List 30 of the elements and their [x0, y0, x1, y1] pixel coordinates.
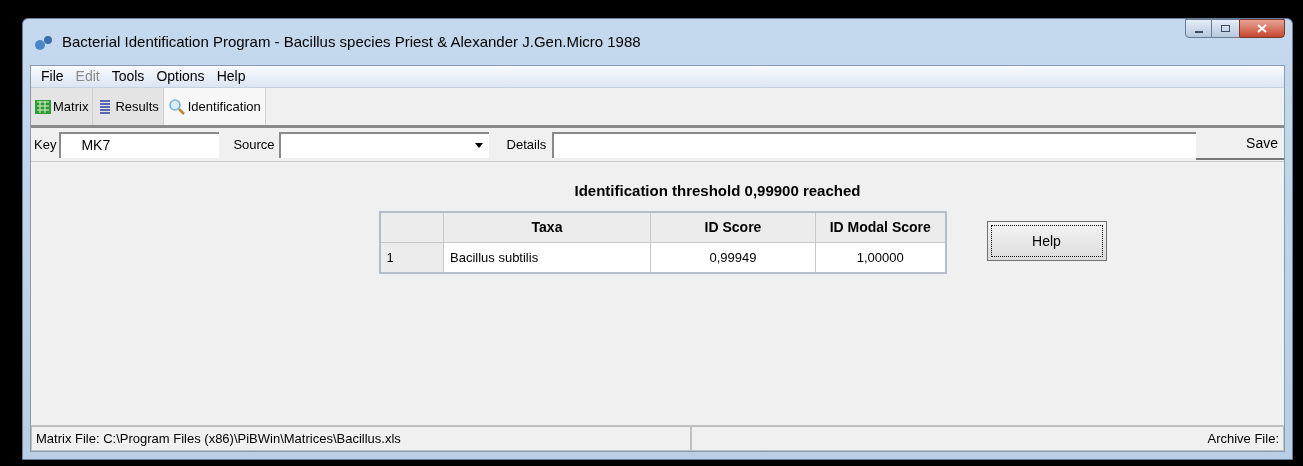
details-field[interactable] [552, 131, 1196, 158]
help-button[interactable]: Help [986, 220, 1107, 261]
field-label: Details [506, 135, 547, 154]
field-label: Source [233, 135, 275, 154]
close-button[interactable] [1239, 19, 1285, 38]
column-header: ID Modal Score [815, 211, 946, 243]
column-header: Taxa [443, 211, 651, 243]
menu-item[interactable]: File [35, 66, 70, 87]
row-number: 1 [379, 242, 444, 273]
maximize-button[interactable] [1212, 19, 1239, 38]
source-dropdown[interactable] [278, 131, 489, 158]
status-bar-text: Matrix File: C:\Program Files (x86)\PiBWin\Matrices\Bacillus.xls [31, 426, 691, 451]
key-field[interactable]: MK7 [59, 131, 220, 158]
menu-item[interactable]: Help [210, 66, 252, 87]
dropdown-caret-icon [474, 143, 483, 148]
threshold-message: Identification threshold 0,99900 reached [574, 181, 861, 201]
field-label: Key [33, 135, 58, 154]
app-icon [34, 33, 54, 51]
window-title: Bacterial Identification Program - Bacillus species Priest & Alexander J.Gen.Micro 1988 [62, 31, 641, 52]
toolbar-button[interactable]: Matrix [31, 88, 94, 125]
grid-icon [35, 99, 51, 114]
close-icon [1257, 24, 1267, 33]
minimize-button[interactable] [1185, 19, 1212, 38]
toolbar-button[interactable]: Results [93, 88, 164, 125]
toolbar-button[interactable]: Identification [163, 88, 266, 125]
menu-item[interactable]: Options [150, 66, 211, 87]
status-bar-text: Archive File: [691, 426, 1284, 451]
menu-item[interactable]: Tools [105, 66, 151, 87]
magnifier-icon [167, 97, 186, 116]
column-header: ID Score [650, 211, 816, 243]
